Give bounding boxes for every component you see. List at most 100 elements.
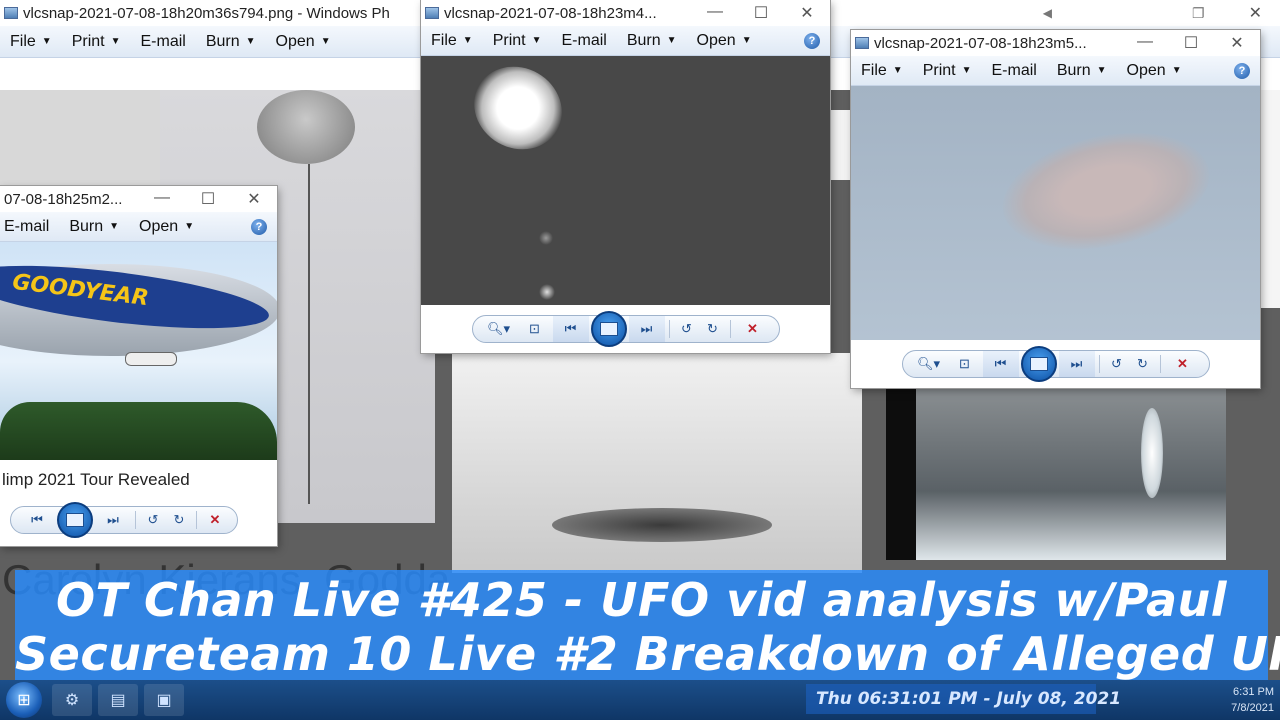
clock-date: 7/8/2021 [1231, 702, 1274, 714]
menu-bar: File ▼ Print ▼ E-mail Burn ▼ Open ▼ ? [851, 56, 1260, 86]
rotate-right-icon[interactable]: ↻ [700, 316, 726, 342]
rotate-left-icon[interactable]: ↺ [1104, 351, 1130, 377]
menu-burn[interactable]: Burn ▼ [617, 32, 687, 50]
close-icon[interactable]: ✕ [1249, 3, 1262, 23]
divider [196, 511, 197, 529]
blimp-photo: GOODYEAR [0, 242, 277, 460]
delete-icon[interactable]: ✕ [201, 507, 229, 533]
actual-size-icon[interactable]: ⊡ [517, 316, 553, 342]
menu-file[interactable]: File ▼ [0, 33, 62, 51]
minimize-icon[interactable]: — [1122, 33, 1168, 53]
system-clock[interactable]: 6:31 PM 7/8/2021 [1214, 684, 1274, 716]
menu-open[interactable]: Open ▼ [266, 33, 341, 51]
zoom-icon[interactable]: 🔍︎▾ [911, 351, 947, 377]
rotate-left-icon[interactable]: ↺ [674, 316, 700, 342]
window-title: vlcsnap-2021-07-08-18h23m4... [444, 4, 657, 22]
window-title: vlcsnap-2021-07-08-18h23m5... [874, 34, 1087, 52]
slideshow-icon [66, 513, 84, 527]
help-icon[interactable]: ? [804, 32, 820, 49]
delete-icon[interactable]: ✕ [735, 316, 771, 342]
next-icon[interactable]: ⏭ [1058, 351, 1095, 377]
next-icon[interactable]: ⏭ [628, 316, 665, 342]
divider [729, 320, 731, 338]
banner-line-1: OT Chan Live #425 - UFO vid analysis w/P… [55, 573, 1228, 627]
divider [1098, 355, 1100, 373]
maximize-icon[interactable]: ☐ [738, 3, 784, 23]
menu-print[interactable]: Print ▼ [913, 62, 982, 80]
slideshow-button[interactable] [57, 502, 93, 538]
close-icon[interactable]: ✕ [231, 189, 277, 209]
tree-line [0, 402, 277, 460]
menu-file[interactable]: File ▼ [851, 62, 913, 80]
divider [135, 511, 136, 529]
rotate-left-icon[interactable]: ↺ [140, 507, 166, 533]
actual-size-icon[interactable]: ⊡ [947, 351, 983, 377]
light-streak [1141, 408, 1163, 498]
title-bar[interactable]: vlcsnap-2021-07-08-18h23m4... — ☐ ✕ [421, 0, 830, 26]
help-icon[interactable]: ? [1234, 62, 1250, 79]
next-icon[interactable]: ⏭ [95, 507, 131, 533]
previous-icon[interactable]: ⏮ [552, 316, 589, 342]
help-icon[interactable]: ? [251, 218, 267, 235]
menu-open[interactable]: Open ▼ [1117, 62, 1192, 80]
taskbar-app-1[interactable]: ⚙ [52, 684, 92, 716]
menu-burn[interactable]: Burn ▼ [1047, 62, 1117, 80]
menu-burn[interactable]: Burn ▼ [196, 33, 266, 51]
blimp-gondola [125, 352, 177, 366]
previous-icon[interactable]: ⏮ [19, 507, 55, 533]
slideshow-button[interactable] [590, 311, 627, 347]
slideshow-button[interactable] [1020, 346, 1057, 382]
photo-viewer-window-light: vlcsnap-2021-07-08-18h23m4... — ☐ ✕ File ▼ … [421, 0, 830, 353]
weather-balloon [257, 90, 355, 164]
rotate-right-icon[interactable]: ↻ [166, 507, 192, 533]
zoom-icon[interactable]: 🔍︎▾ [481, 316, 517, 342]
divider [1159, 355, 1161, 373]
slideshow-icon [1029, 357, 1048, 371]
close-icon[interactable]: ✕ [784, 3, 830, 23]
minimize-icon[interactable]: — [139, 189, 185, 209]
forest-photo [886, 388, 1226, 560]
nav-pill: 🔍︎▾ ⊡ ⏮ ⏭ ↺ ↻ ✕ [471, 311, 780, 347]
start-button[interactable]: ⊞ [6, 682, 42, 718]
windows-logo-icon: ⊞ [17, 692, 31, 709]
desert-photo [0, 88, 160, 198]
menu-burn[interactable]: Burn ▼ [59, 218, 129, 236]
restore-icon[interactable]: ❐ [1192, 5, 1205, 22]
menu-file[interactable]: File ▼ [421, 32, 483, 50]
menu-email[interactable]: E-mail [0, 218, 59, 236]
menu-email[interactable]: E-mail [982, 62, 1047, 80]
partial-window-strip [828, 110, 852, 180]
menu-email[interactable]: E-mail [552, 32, 617, 50]
viewer-toolbar: ⏮ ⏭ ↺ ↻ ✕ [0, 500, 277, 540]
back-arrow-icon[interactable]: ◀ [1043, 6, 1052, 20]
title-bar[interactable]: 07-08-18h25m2... — ☐ ✕ [0, 186, 277, 212]
close-icon[interactable]: ✕ [1214, 33, 1260, 53]
maximize-icon[interactable]: ☐ [1168, 33, 1214, 53]
photo-viewer-window-cloud: vlcsnap-2021-07-08-18h23m5... — ☐ ✕ File ▼ … [851, 30, 1260, 388]
photo-viewer-window-blimp: 07-08-18h25m2... — ☐ ✕ E-mail Burn ▼ Open ▼ … [0, 186, 277, 546]
nav-pill: ⏮ ⏭ ↺ ↻ ✕ [10, 502, 238, 538]
viewer-toolbar: 🔍︎▾ ⊡ ⏮ ⏭ ↺ ↻ ✕ [851, 340, 1260, 388]
overlay-clock: Thu 06:31:01 PM - July 08, 2021 [806, 684, 1121, 714]
faint-light [539, 231, 553, 245]
banner-line-2: Secureteam 10 Live #2 Breakdown of Alleg… [15, 627, 1280, 681]
taskbar-app-3[interactable]: ▣ [144, 684, 184, 716]
menu-open[interactable]: Open ▼ [129, 218, 204, 236]
image-file-icon [4, 7, 18, 19]
forest-trees [916, 388, 1226, 560]
night-sky-photo [421, 56, 830, 305]
title-bar[interactable]: vlcsnap-2021-07-08-18h23m5... — ☐ ✕ [851, 30, 1260, 56]
menu-print[interactable]: Print ▼ [483, 32, 552, 50]
menu-print[interactable]: Print ▼ [62, 33, 131, 51]
maximize-icon[interactable]: ☐ [185, 189, 231, 209]
slideshow-icon [599, 322, 618, 336]
rotate-right-icon[interactable]: ↻ [1130, 351, 1156, 377]
menu-email[interactable]: E-mail [131, 33, 196, 51]
menu-open[interactable]: Open ▼ [687, 32, 762, 50]
minimize-icon[interactable]: — [692, 3, 738, 23]
delete-icon[interactable]: ✕ [1165, 351, 1201, 377]
taskbar-app-2[interactable]: ▤ [98, 684, 138, 716]
previous-icon[interactable]: ⏮ [982, 351, 1019, 377]
divider [668, 320, 670, 338]
sky-photo [851, 86, 1260, 340]
